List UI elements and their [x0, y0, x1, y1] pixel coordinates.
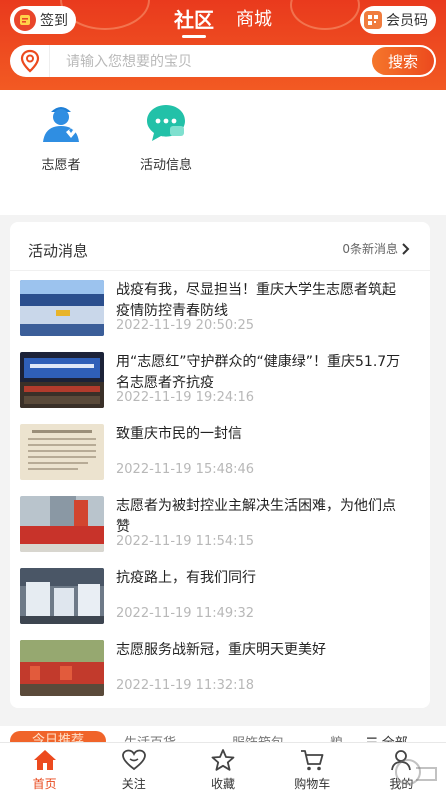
news-title: 抗疫路上，有我们同行 — [116, 570, 256, 586]
nav-follow-label: 关注 — [121, 777, 146, 791]
divider — [10, 270, 430, 271]
member-code-icon — [364, 11, 382, 29]
news-title: 致重庆市民的一封信 — [116, 426, 242, 442]
news-title: 用“志愿红”守护群众的“健康绿”！重庆51.7万名志愿者齐抗疫 — [116, 354, 401, 391]
news-thumbnail — [20, 640, 104, 696]
nav-favorites[interactable]: 收藏 — [178, 743, 267, 796]
news-time: 2022-11-19 11:32:18 — [116, 678, 255, 693]
search-bar: 搜索 — [10, 45, 436, 77]
news-title: 志愿者为被封控业主解决生活困难，为他们点赞 — [116, 498, 396, 535]
volunteer-icon — [38, 100, 84, 146]
news-item[interactable]: 抗疫路上，有我们同行 2022-11-19 11:49:32 — [20, 568, 420, 628]
signin-label: 签到 — [40, 13, 68, 29]
shortcut-volunteer[interactable]: 志愿者 — [16, 100, 106, 173]
news-item[interactable]: 志愿服务战新冠，重庆明天更美好 2022-11-19 11:32:18 — [20, 640, 420, 700]
nav-cart[interactable]: 购物车 — [268, 743, 357, 796]
search-button[interactable]: 搜索 — [372, 47, 434, 75]
signin-icon — [14, 9, 36, 31]
news-item[interactable]: 致重庆市民的一封信 2022-11-19 15:48:46 — [20, 424, 420, 484]
location-icon[interactable] — [10, 45, 50, 77]
nav-follow[interactable]: 关注 — [89, 743, 178, 796]
news-time: 2022-11-19 20:50:25 — [116, 318, 255, 333]
shortcut-panel: 志愿者 活动信息 — [0, 90, 446, 215]
home-icon — [33, 750, 56, 770]
search-input[interactable] — [50, 53, 372, 69]
signin-button[interactable]: 签到 — [10, 6, 76, 34]
star-icon — [211, 749, 235, 771]
tab-mall[interactable]: 商城 — [236, 6, 272, 36]
new-messages-link[interactable]: 0条新消息 — [342, 240, 410, 257]
nav-home-label: 首页 — [32, 777, 57, 791]
shortcut-activity-label: 活动信息 — [139, 158, 192, 173]
news-time: 2022-11-19 15:48:46 — [116, 462, 255, 477]
news-thumbnail — [20, 280, 104, 336]
nav-favorites-label: 收藏 — [211, 777, 236, 791]
news-heading: 活动消息 — [28, 242, 89, 260]
header-decoration — [290, 0, 360, 30]
cart-icon — [301, 750, 324, 771]
tab-community[interactable]: 社区 — [174, 6, 214, 38]
news-title: 战疫有我，尽显担当！重庆大学生志愿者筑起疫情防控青春防线 — [116, 282, 396, 319]
shortcut-volunteer-label: 志愿者 — [41, 158, 81, 173]
activity-news-card: 活动消息 0条新消息 战疫有我，尽显担当！重庆大学生志愿者筑起疫情防控青春防线 … — [10, 222, 430, 708]
news-time: 2022-11-19 19:24:16 — [116, 390, 255, 405]
news-thumbnail — [20, 568, 104, 624]
member-code-button[interactable]: 会员码 — [360, 6, 436, 34]
header-bar: 签到 社区 商城 会员码 搜索 — [0, 0, 446, 90]
news-thumbnail — [20, 352, 104, 408]
member-code-label: 会员码 — [386, 13, 428, 29]
bottom-nav: 首页 关注 收藏 购物车 我的 — [0, 742, 446, 796]
nav-cart-label: 购物车 — [294, 777, 331, 791]
news-thumbnail — [20, 424, 104, 480]
new-messages-count: 0条新消息 — [342, 242, 398, 256]
chevron-right-icon — [402, 242, 410, 255]
news-item[interactable]: 志愿者为被封控业主解决生活困难，为他们点赞 2022-11-19 11:54:1… — [20, 496, 420, 556]
news-item[interactable]: 战疫有我，尽显担当！重庆大学生志愿者筑起疫情防控青春防线 2022-11-19 … — [20, 280, 420, 340]
news-item[interactable]: 用“志愿红”守护群众的“健康绿”！重庆51.7万名志愿者齐抗疫 2022-11-… — [20, 352, 420, 412]
watermark-logo — [390, 754, 442, 790]
heart-icon — [121, 749, 146, 771]
news-time: 2022-11-19 11:49:32 — [116, 606, 255, 621]
news-thumbnail — [20, 496, 104, 552]
news-title: 志愿服务战新冠，重庆明天更美好 — [116, 642, 326, 658]
nav-home[interactable]: 首页 — [0, 743, 89, 796]
news-time: 2022-11-19 11:54:15 — [116, 534, 255, 549]
chat-bubble-icon — [143, 100, 189, 146]
shortcut-activity-info[interactable]: 活动信息 — [121, 100, 211, 173]
